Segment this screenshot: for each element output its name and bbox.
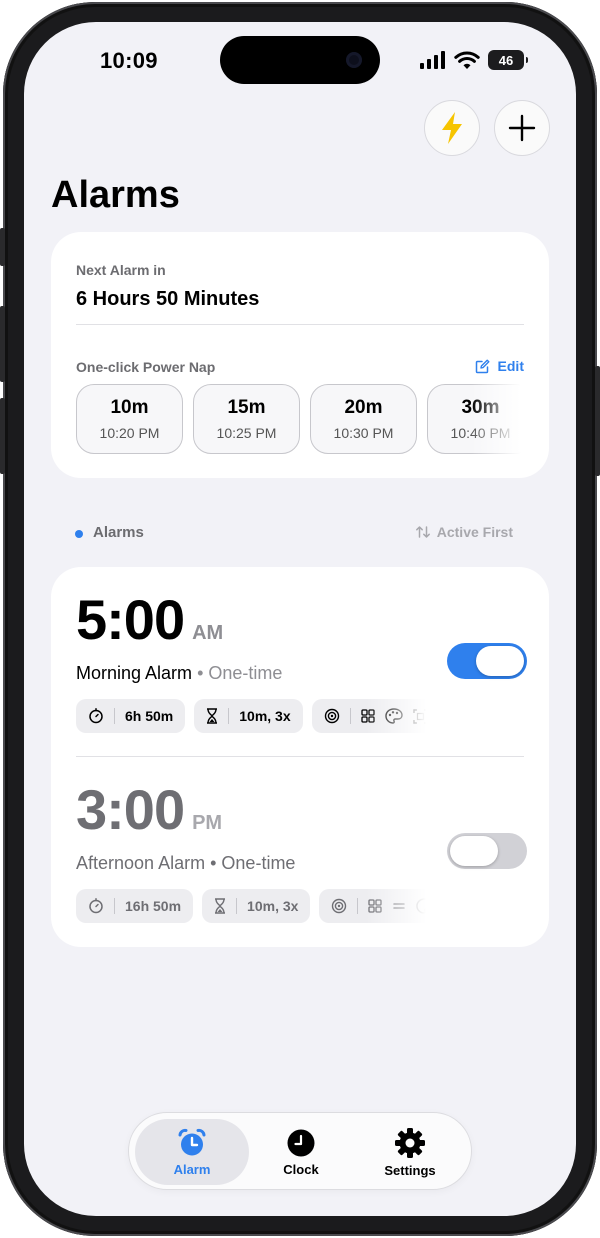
dynamic-island [220,36,380,84]
timer-icon [89,708,103,724]
hourglass-icon [215,898,226,914]
snooze-value: 10m, 3x [247,898,299,914]
alarm-time: 5:00 AM [76,587,223,652]
status-icons: 46 [420,50,528,70]
countdown-chip: 16h 50m [76,889,194,923]
tab-alarm[interactable]: Alarm [135,1119,249,1185]
edit-power-nap-button[interactable]: Edit [475,358,524,374]
snooze-value: 10m, 3x [239,708,291,724]
nap-duration: 15m [227,397,266,418]
volume-down-button [0,398,5,474]
sort-button[interactable]: Active First [415,524,513,540]
scroll-fade [471,384,521,456]
target-icon [332,898,347,914]
alarm-ampm: PM [192,812,223,834]
tab-settings[interactable]: Settings [353,1119,467,1185]
chip-separator [236,898,238,914]
section-title: Alarms [93,524,144,541]
edit-label: Edit [497,358,524,374]
screen: 10:09 46 Alarms Next Alarm in 6 Hours 50… [24,22,576,1216]
nap-duration: 20m [344,397,383,418]
volume-up-button [0,306,5,382]
wifi-icon [454,51,480,69]
next-alarm-label: Next Alarm in [76,262,166,278]
alarm-clock-icon [178,1128,206,1155]
tab-label: Settings [384,1162,436,1178]
separator-dot: • [197,663,204,683]
alarm-toggle[interactable] [447,643,527,679]
sort-arrows-icon [415,526,430,538]
nap-duration: 10m [110,397,149,418]
alarm-chips: 6h 50m 10m, 3x [76,699,426,735]
alarms-section-header: Alarms Active First [51,522,549,546]
page-title: Alarms [51,174,180,216]
tab-clock[interactable]: Clock [244,1119,358,1185]
tab-label: Clock [283,1161,319,1177]
nap-wake-time: 10:20 PM [99,425,160,441]
toggle-knob [476,646,524,676]
alarm-repeat: One-time [221,853,296,873]
alarm-title: Morning Alarm • One-time [76,663,282,684]
cellular-signal-icon [420,51,445,69]
tab-bar: Alarm Clock Settings [128,1112,472,1190]
card-divider [76,324,524,325]
chip-separator [349,708,351,724]
chip-separator [114,708,115,724]
alarm-ampm: AM [192,622,224,644]
alarm-title: Afternoon Alarm • One-time [76,853,295,874]
add-alarm-button[interactable] [494,100,550,156]
clock-icon [287,1129,315,1156]
alarm-row[interactable]: 3:00 PM Afternoon Alarm • One-time 16h 5… [51,757,549,947]
alarm-time: 3:00 PM [76,777,222,842]
action-button [0,228,5,266]
alarm-row[interactable]: 5:00 AM Morning Alarm • One-time 6h 50m … [51,567,549,757]
nap-option-15m[interactable]: 15m 10:25 PM [193,384,300,454]
power-button [595,366,600,476]
separator-dot: • [210,853,217,873]
camera-icon [346,52,362,68]
chips-fade [366,889,426,925]
status-time: 10:09 [100,48,158,73]
alarm-chips: 16h 50m 10m, 3x [76,889,426,925]
gear-icon [395,1127,425,1158]
countdown-value: 6h 50m [125,708,174,724]
chip-separator [228,708,230,724]
toggle-knob [450,836,498,866]
sort-label: Active First [436,524,513,540]
countdown-chip: 6h 50m [76,699,186,733]
snooze-chip: 10m, 3x [194,699,303,733]
chips-fade [366,699,426,735]
alarm-toggle[interactable] [447,833,527,869]
next-alarm-countdown: 6 Hours 50 Minutes [76,288,260,310]
section-dot-icon [75,530,83,538]
power-nap-label: One-click Power Nap [76,359,216,375]
snooze-chip: 10m, 3x [202,889,311,923]
power-nap-options: 10m 10:20 PM 15m 10:25 PM 20m 10:30 PM 3… [76,384,521,456]
plus-icon [508,114,536,142]
nap-option-10m[interactable]: 10m 10:20 PM [76,384,183,454]
alarm-time-value: 5:00 [76,588,185,651]
nap-option-20m[interactable]: 20m 10:30 PM [310,384,417,454]
alarm-time-value: 3:00 [76,778,185,841]
countdown-value: 16h 50m [125,898,182,914]
lightning-icon [442,112,462,144]
battery-icon: 46 [488,50,528,70]
nap-wake-time: 10:30 PM [333,425,394,441]
edit-icon [475,359,490,373]
power-nap-button[interactable] [424,100,480,156]
hourglass-icon [207,708,218,724]
alarms-list-card: 5:00 AM Morning Alarm • One-time 6h 50m … [51,567,549,947]
alarm-name: Morning Alarm [76,663,193,683]
next-alarm-card: Next Alarm in 6 Hours 50 Minutes One-cli… [51,232,549,478]
tab-label: Alarm [173,1161,211,1177]
chip-separator [114,898,115,914]
timer-icon [89,898,103,914]
nap-wake-time: 10:25 PM [216,425,277,441]
alarm-name: Afternoon Alarm [76,853,206,873]
target-icon [324,708,339,724]
chip-separator [357,898,359,914]
alarm-repeat: One-time [208,663,283,683]
